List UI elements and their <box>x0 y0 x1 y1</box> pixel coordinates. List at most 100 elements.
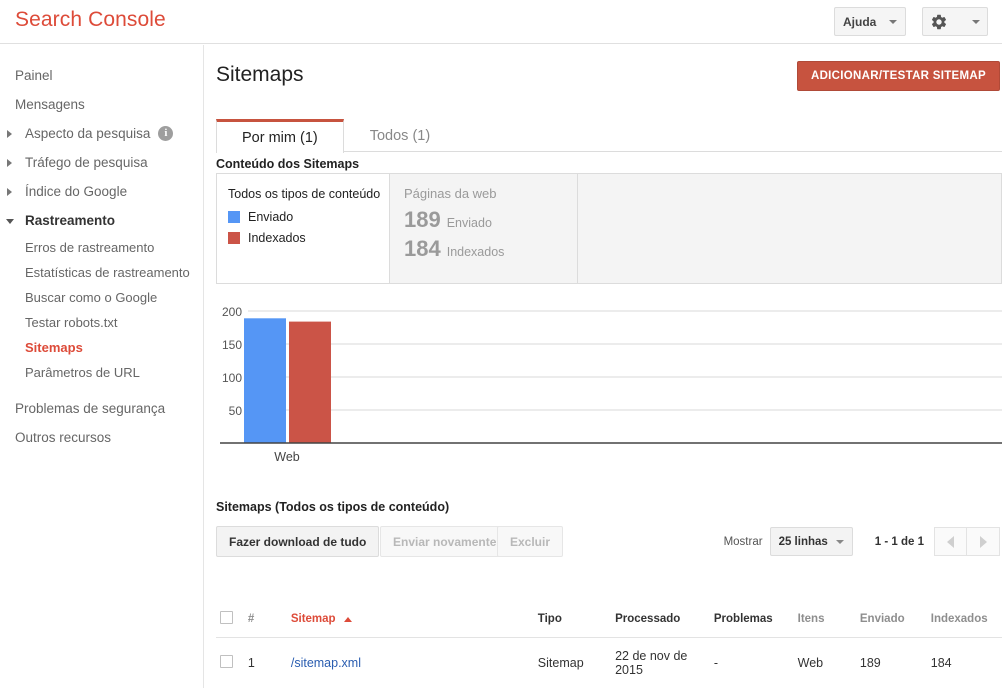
cell-indexados: 184 <box>926 637 1002 688</box>
search-console-page: Search Console Ajuda Painel Mensagens As… <box>0 0 1002 688</box>
sidebar-item-erros-de-rastreamento[interactable]: Erros de rastreamento <box>0 235 203 260</box>
summary-stat-submitted: 189 Enviado <box>404 207 577 233</box>
sidebar-item-mensagens[interactable]: Mensagens <box>0 90 203 119</box>
sidebar-item-label: Problemas de segurança <box>15 401 166 416</box>
y-axis-tick-label: 200 <box>222 305 242 319</box>
sitemaps-content-summary-panel: Todos os tipos de conteúdo Enviado Index… <box>216 173 1002 284</box>
cell-sitemap[interactable]: /sitemap.xml <box>286 637 534 688</box>
info-icon[interactable]: i <box>158 126 174 141</box>
checkbox-row-icon[interactable] <box>220 655 233 668</box>
sort-ascending-icon <box>343 617 352 622</box>
legend-label: Enviado <box>248 210 294 224</box>
gear-icon <box>931 14 947 29</box>
tab-bar: Por mim (1) Todos (1) <box>216 119 1002 153</box>
table-body: 1 /sitemap.xml Sitemap 22 de nov de 2015… <box>216 637 1002 688</box>
app-brand-title: Search Console <box>15 8 166 31</box>
chevron-left-icon <box>947 535 954 548</box>
page-title: Sitemaps <box>216 63 304 86</box>
sidebar-item-estatisticas-de-rastreamento[interactable]: Estatísticas de rastreamento <box>0 260 203 285</box>
legend-title: Todos os tipos de conteúdo <box>228 187 381 201</box>
pager-next-button[interactable] <box>967 527 1000 556</box>
summary-empty-cell <box>578 174 1001 283</box>
tab-label: Por mim (1) <box>242 129 318 146</box>
header-indexados[interactable]: Indexados <box>926 605 1002 638</box>
rows-per-page-value: 25 linhas <box>778 535 828 548</box>
top-header-bar: Search Console Ajuda <box>0 0 1002 44</box>
summary-webpages-cell[interactable]: Páginas da web 189 Enviado 184 Indexados <box>390 174 578 283</box>
help-button[interactable]: Ajuda <box>834 7 906 36</box>
bar-enviado[interactable] <box>244 318 286 443</box>
tab-por-mim[interactable]: Por mim (1) <box>216 119 344 153</box>
help-button-label: Ajuda <box>843 14 877 29</box>
sidebar-item-outros-recursos[interactable]: Outros recursos <box>0 423 203 452</box>
cell-enviado: 189 <box>855 637 927 688</box>
tab-label: Todos (1) <box>369 127 431 144</box>
bar-chart-svg: 200 150 100 50 Web <box>220 305 1002 464</box>
sidebar-item-testar-robots-txt[interactable]: Testar robots.txt <box>0 310 203 335</box>
y-axis-tick-label: 50 <box>229 404 243 418</box>
pager-prev-button[interactable] <box>934 527 967 556</box>
summary-stat-label: Enviado <box>446 216 492 230</box>
bar-indexados[interactable] <box>289 321 331 443</box>
summary-stat-label: Indexados <box>446 245 505 259</box>
sidebar-group-label: Tráfego de pesquisa <box>25 155 148 170</box>
header-itens[interactable]: Itens <box>793 605 856 638</box>
table-pager-top: Mostrar 25 linhas 1 - 1 de 1 <box>724 527 1000 556</box>
row-checkbox-cell[interactable] <box>216 637 244 688</box>
sidebar-item-label: Estatísticas de rastreamento <box>25 265 190 280</box>
sidebar-nav: Painel Mensagens Aspecto da pesquisa i T… <box>0 45 204 688</box>
summary-stat-value: 184 <box>404 236 441 261</box>
sidebar-item-problemas-de-seguranca[interactable]: Problemas de segurança <box>0 394 203 423</box>
sidebar-item-label: Buscar como o Google <box>25 290 158 305</box>
chevron-right-icon <box>7 129 12 138</box>
tab-todos[interactable]: Todos (1) <box>344 119 456 151</box>
sitemaps-bar-chart: 200 150 100 50 Web <box>216 297 1002 467</box>
nav-divider-space <box>0 385 203 394</box>
sidebar-group-rastreamento[interactable]: Rastreamento <box>0 206 203 235</box>
rows-per-page-select[interactable]: 25 linhas <box>769 527 853 556</box>
legend-swatch-submitted <box>228 211 240 223</box>
summary-group-title: Páginas da web <box>404 186 497 201</box>
sitemaps-table: # Sitemap Tipo Processado Problemas Iten… <box>216 605 1002 688</box>
legend-swatch-indexed <box>228 232 240 244</box>
sidebar-item-buscar-como-o-google[interactable]: Buscar como o Google <box>0 285 203 310</box>
header-problemas[interactable]: Problemas <box>709 605 794 638</box>
sitemaps-content-heading: Conteúdo dos Sitemaps <box>216 157 360 171</box>
chevron-down-icon <box>972 19 980 24</box>
sidebar-item-label: Outros recursos <box>15 430 112 445</box>
header-sitemap[interactable]: Sitemap <box>286 605 534 638</box>
cell-processado: 22 de nov de 2015 <box>611 637 710 688</box>
summary-stat-indexed: 184 Indexados <box>404 236 577 262</box>
header-enviado[interactable]: Enviado <box>855 605 927 638</box>
sidebar-item-label: Painel <box>15 68 53 83</box>
table-toolbar: Fazer download de tudo Enviar novamente … <box>216 526 1002 558</box>
resubmit-button[interactable]: Enviar novamente <box>380 526 510 557</box>
download-all-button[interactable]: Fazer download de tudo <box>216 526 380 557</box>
summary-legend-cell: Todos os tipos de conteúdo Enviado Index… <box>217 174 390 283</box>
sidebar-group-indice-do-google[interactable]: Índice do Google <box>0 177 203 206</box>
sidebar-item-label: Mensagens <box>15 97 85 112</box>
sidebar-group-aspecto-da-pesquisa[interactable]: Aspecto da pesquisa i <box>0 119 203 148</box>
chevron-down-icon <box>889 19 897 24</box>
header-select-all[interactable] <box>216 605 244 638</box>
sidebar-item-parametros-de-url[interactable]: Parâmetros de URL <box>0 360 203 385</box>
header-processado[interactable]: Processado <box>611 605 710 638</box>
settings-button[interactable] <box>922 7 988 36</box>
main-content: Sitemaps ADICIONAR/TESTAR SITEMAP Por mi… <box>205 45 1002 688</box>
checkbox-select-all-icon[interactable] <box>220 611 233 624</box>
sidebar-item-label: Sitemaps <box>25 340 83 355</box>
legend-item-enviado: Enviado <box>228 210 389 224</box>
chevron-right-icon <box>979 535 987 548</box>
sidebar-group-trafego-de-pesquisa[interactable]: Tráfego de pesquisa <box>0 148 203 177</box>
header-tipo[interactable]: Tipo <box>533 605 612 638</box>
delete-button[interactable]: Excluir <box>497 526 564 557</box>
sidebar-item-painel[interactable]: Painel <box>0 61 203 90</box>
sitemap-link[interactable]: /sitemap.xml <box>291 656 361 670</box>
sidebar-group-label: Aspecto da pesquisa <box>25 126 151 141</box>
resubmit-label: Enviar novamente <box>393 534 497 549</box>
add-test-sitemap-button[interactable]: ADICIONAR/TESTAR SITEMAP <box>796 61 1000 91</box>
legend-item-indexados: Indexados <box>228 231 389 245</box>
sidebar-item-sitemaps[interactable]: Sitemaps <box>0 335 203 360</box>
header-num[interactable]: # <box>243 605 287 638</box>
table-row[interactable]: 1 /sitemap.xml Sitemap 22 de nov de 2015… <box>216 637 1002 688</box>
